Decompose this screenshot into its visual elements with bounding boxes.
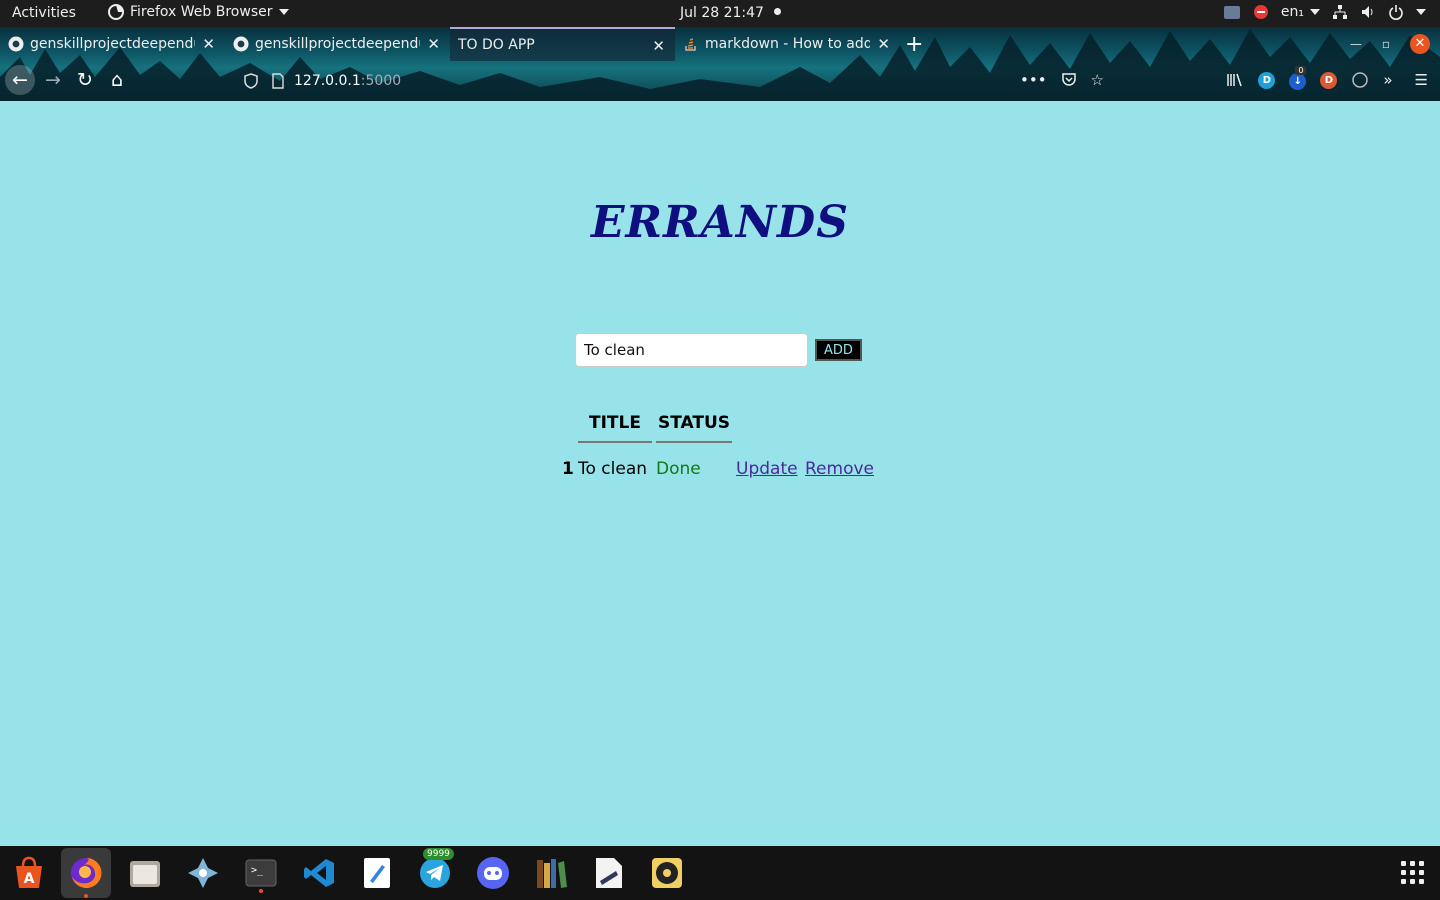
show-applications-icon[interactable] bbox=[1401, 861, 1424, 884]
rhythmbox-icon[interactable] bbox=[647, 853, 687, 893]
url-host: 127.0.0.1 bbox=[294, 73, 361, 89]
remove-link[interactable]: Remove bbox=[805, 459, 874, 479]
back-button[interactable]: ← bbox=[5, 65, 35, 95]
terminal-icon[interactable]: >_ bbox=[241, 853, 281, 893]
activities-button[interactable]: Activities bbox=[12, 5, 76, 21]
hamburger-menu-icon[interactable]: ☰ bbox=[1415, 71, 1428, 89]
svg-text:>_: >_ bbox=[251, 865, 264, 876]
page-title: ERRANDS bbox=[591, 197, 849, 248]
tab-strip: genskillprojectdeependu ✕ genskillprojec… bbox=[0, 27, 1440, 61]
github-icon bbox=[233, 36, 249, 52]
close-tab-icon[interactable]: ✕ bbox=[427, 35, 440, 53]
clock[interactable]: Jul 28 21:47 bbox=[680, 5, 764, 21]
chevron-down-icon bbox=[278, 9, 289, 15]
dock: A >_ 9999 bbox=[0, 846, 1440, 900]
add-button[interactable]: ADD bbox=[815, 339, 862, 361]
tab-title: genskillprojectdeependu bbox=[255, 36, 420, 52]
github-icon bbox=[8, 36, 24, 52]
minimize-icon[interactable]: — bbox=[1350, 37, 1362, 51]
url-actions: ••• ☆ bbox=[1020, 71, 1104, 89]
firefox-small-icon bbox=[108, 4, 124, 20]
todo-input[interactable] bbox=[575, 333, 808, 367]
page-actions-icon[interactable]: ••• bbox=[1020, 71, 1047, 89]
files-icon[interactable] bbox=[125, 853, 165, 893]
tab-markdown[interactable]: markdown - How to add ✕ bbox=[675, 27, 900, 61]
add-todo-form: ADD bbox=[575, 333, 862, 367]
keyboard-layout-label: en₁ bbox=[1280, 4, 1304, 20]
todo-page: ERRANDS ADD TITLE STATUS 1 To clean Done… bbox=[0, 101, 1440, 846]
sync-icon[interactable] bbox=[1351, 71, 1369, 89]
discord-icon[interactable] bbox=[473, 853, 513, 893]
update-link[interactable]: Update bbox=[736, 459, 798, 479]
row-status: Done bbox=[656, 459, 701, 479]
duckduckgo-icon[interactable]: D bbox=[1320, 71, 1338, 89]
tab-github-2[interactable]: genskillprojectdeependu ✕ bbox=[225, 27, 450, 61]
text-editor-icon[interactable] bbox=[357, 853, 397, 893]
system-top-bar: Activities Firefox Web Browser Jul 28 21… bbox=[0, 0, 1440, 27]
vscode-icon[interactable] bbox=[299, 853, 339, 893]
forward-button[interactable]: → bbox=[38, 65, 68, 95]
url-port: :5000 bbox=[360, 73, 402, 89]
system-tray[interactable]: en₁ bbox=[1223, 4, 1426, 20]
keyboard-layout[interactable]: en₁ bbox=[1281, 4, 1320, 20]
chevron-down-icon bbox=[1310, 9, 1320, 15]
url-bar[interactable]: 127.0.0.1:5000 bbox=[236, 66, 1104, 96]
page-info-icon[interactable] bbox=[272, 73, 284, 89]
home-button[interactable]: ⌂ bbox=[102, 65, 132, 95]
calibre-icon[interactable] bbox=[531, 853, 571, 893]
running-indicator bbox=[259, 889, 263, 893]
extension-icon: ↓ bbox=[1289, 73, 1307, 90]
overflow-chevron-icon[interactable]: » bbox=[1383, 71, 1392, 89]
close-tab-icon[interactable]: ✕ bbox=[652, 37, 665, 55]
tab-title: TO DO APP bbox=[458, 37, 535, 53]
close-tab-icon[interactable]: ✕ bbox=[877, 35, 890, 53]
close-tab-icon[interactable]: ✕ bbox=[202, 35, 215, 53]
extension-counter[interactable]: ↓ 0 bbox=[1289, 66, 1307, 90]
column-header-title: TITLE bbox=[578, 413, 652, 443]
chevron-down-icon[interactable] bbox=[1416, 9, 1426, 15]
running-indicator bbox=[84, 894, 88, 898]
row-number: 1 bbox=[562, 459, 574, 479]
do-not-disturb-icon[interactable] bbox=[1253, 4, 1269, 20]
tab-title: markdown - How to add bbox=[705, 36, 870, 52]
power-icon[interactable] bbox=[1388, 4, 1404, 20]
row-title: To clean bbox=[578, 459, 648, 479]
new-tab-button[interactable]: + bbox=[905, 32, 923, 57]
network-icon[interactable] bbox=[1332, 4, 1348, 20]
window-controls: — ▫ ✕ bbox=[1350, 34, 1430, 54]
svg-text:A: A bbox=[24, 871, 35, 887]
column-header-status: STATUS bbox=[656, 413, 732, 443]
navigation-toolbar: ← → ↻ ⌂ 127.0.0.1:5000 ••• ☆ D ↓ 0 D » ☰ bbox=[0, 61, 1440, 101]
maximize-icon[interactable]: ▫ bbox=[1382, 37, 1390, 51]
bookmark-star-icon[interactable]: ☆ bbox=[1091, 71, 1104, 89]
toolbar-right: D ↓ 0 D » ☰ bbox=[1226, 66, 1428, 90]
firefox-icon[interactable] bbox=[61, 848, 111, 898]
browser-chrome: genskillprojectdeependu ✕ genskillprojec… bbox=[0, 27, 1440, 101]
tab-github-1[interactable]: genskillprojectdeependu ✕ bbox=[0, 27, 225, 61]
volume-icon[interactable] bbox=[1360, 4, 1376, 20]
reload-button[interactable]: ↻ bbox=[70, 65, 100, 95]
tab-title: genskillprojectdeependu bbox=[30, 36, 195, 52]
libreoffice-icon[interactable] bbox=[589, 853, 629, 893]
app-menu-label: Firefox Web Browser bbox=[130, 4, 273, 20]
ubuntu-software-icon[interactable]: A bbox=[9, 853, 49, 893]
ppsspp-icon[interactable] bbox=[183, 853, 223, 893]
library-icon[interactable] bbox=[1226, 72, 1244, 88]
extension-badge: 0 bbox=[1295, 66, 1307, 75]
shield-icon[interactable] bbox=[244, 73, 258, 89]
tab-todo-app[interactable]: TO DO APP ✕ bbox=[450, 27, 675, 61]
close-window-button[interactable]: ✕ bbox=[1410, 34, 1430, 54]
stackoverflow-icon bbox=[685, 38, 696, 51]
extension-d-icon[interactable]: D bbox=[1258, 71, 1276, 89]
app-menu[interactable]: Firefox Web Browser bbox=[108, 4, 289, 20]
telegram-unread-badge: 9999 bbox=[423, 848, 454, 860]
url-text: 127.0.0.1:5000 bbox=[294, 73, 401, 89]
pocket-icon[interactable] bbox=[1061, 71, 1077, 87]
notification-dot bbox=[774, 8, 781, 15]
calendar-indicator-icon[interactable] bbox=[1223, 4, 1241, 20]
telegram-icon[interactable]: 9999 bbox=[415, 848, 455, 893]
